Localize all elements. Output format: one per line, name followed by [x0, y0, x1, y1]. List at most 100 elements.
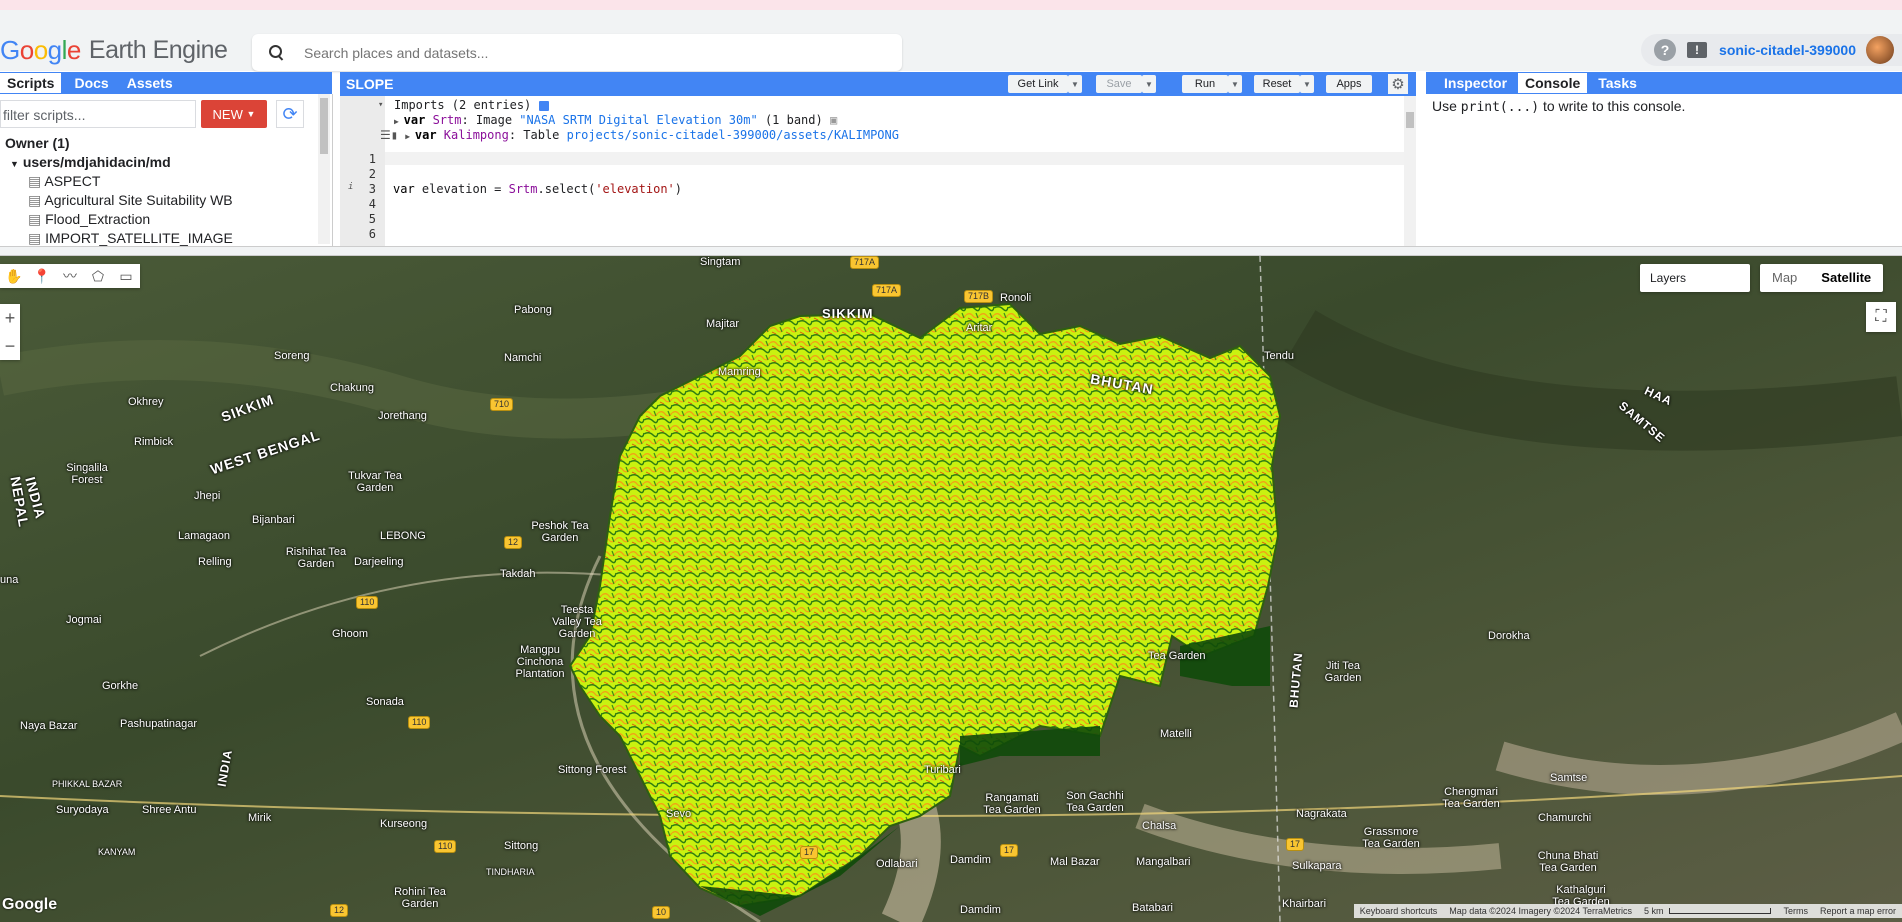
tab-docs[interactable]: Docs	[67, 73, 115, 93]
map-label: TINDHARIA	[486, 867, 535, 877]
imports-label: Imports (2 entries)	[394, 98, 532, 112]
zoom-in-button[interactable]: +	[0, 304, 20, 332]
project-selector[interactable]: sonic-citadel-399000	[1719, 42, 1856, 58]
expand-icon[interactable]: ▶	[394, 117, 404, 126]
info-icon[interactable]: i	[348, 182, 353, 192]
line-number: 2	[368, 167, 376, 181]
list-item[interactable]: ▤ Agricultural Site Suitability WB	[0, 191, 316, 210]
reset-button[interactable]: Reset	[1254, 75, 1300, 93]
import-line-kalimpong[interactable]: ☰▮ ▶ var Kalimpong: Table projects/sonic…	[380, 128, 899, 142]
map-label: Suryodaya	[56, 804, 109, 816]
code-link[interactable]: projects/sonic-citadel-399000/assets/KAL…	[567, 128, 899, 142]
map-type-map[interactable]: Map	[1760, 264, 1809, 292]
tab-tasks[interactable]: Tasks	[1591, 73, 1644, 93]
code-keyword: var	[393, 182, 415, 196]
editor-toolbar: SLOPE Get Link ▼ Save ▼ Run ▼ Reset ▼ Ap…	[340, 72, 1416, 96]
file-icon: ▤	[28, 173, 42, 189]
code-keyword: var	[403, 113, 426, 127]
keyboard-shortcuts-link[interactable]: Keyboard shortcuts	[1354, 906, 1444, 916]
map-type-satellite[interactable]: Satellite	[1809, 264, 1883, 292]
line-icon[interactable]: 〰	[56, 264, 84, 288]
script-tree: Owner (1) ▼ users/mdjahidacin/md ▤ ASPEC…	[0, 134, 316, 248]
road-shield: 17	[1286, 838, 1305, 851]
pan-hand-icon[interactable]: ✋	[0, 264, 28, 288]
rectangle-icon[interactable]: ▭	[112, 264, 140, 288]
code-line-3[interactable]: var elevation = Srtm.select('elevation')	[393, 182, 682, 196]
map-label: Lamagaon	[178, 530, 230, 542]
expand-icon[interactable]: ▶	[405, 132, 415, 141]
terms-link[interactable]: Terms	[1777, 906, 1814, 916]
map-label: Relling	[198, 556, 232, 568]
zoom-out-button[interactable]: −	[0, 332, 20, 360]
drag-handle-icon[interactable]: ☰	[380, 128, 391, 142]
scripts-scrollbar[interactable]	[318, 94, 330, 244]
chevron-down-icon[interactable]: ▼	[1142, 75, 1156, 93]
map-label: Jogmai	[66, 614, 102, 626]
tab-scripts[interactable]: Scripts	[0, 73, 62, 93]
console-hint: Use print(...) to write to this console.	[1432, 98, 1685, 115]
help-icon[interactable]: ?	[1654, 39, 1677, 61]
list-item[interactable]: ▤ ASPECT	[0, 172, 316, 191]
search-input[interactable]	[302, 43, 866, 62]
tree-repo[interactable]: ▼ users/mdjahidacin/md	[0, 153, 316, 172]
list-item[interactable]: ▤ Flood_Extraction	[0, 210, 316, 229]
map-canvas[interactable]: Singtam SIKKIM Ronoli Pabong Majitar Ari…	[0, 256, 1902, 922]
map-label: Aritar	[966, 322, 993, 334]
road-shield: 12	[504, 536, 523, 549]
chevron-down-icon[interactable]: ▼	[1300, 75, 1314, 93]
console-panel: Inspector Console Tasks Use print(...) t…	[1426, 72, 1902, 246]
imports-header[interactable]: Imports (2 entries)	[394, 98, 549, 112]
map-label: PHIKKAL BAZAR	[52, 779, 123, 789]
filter-scripts-input[interactable]: filter scripts...	[0, 100, 196, 128]
code-var: Srtm	[508, 182, 538, 196]
logo-letter: G	[0, 34, 20, 65]
tab-inspector[interactable]: Inspector	[1437, 73, 1514, 93]
import-line-srtm[interactable]: ▶ var Srtm: Image "NASA SRTM Digital Ele…	[394, 113, 837, 127]
run-button[interactable]: Run	[1182, 75, 1228, 93]
tree-owner[interactable]: Owner (1)	[0, 134, 316, 153]
search-box[interactable]	[252, 34, 902, 71]
logo-letter: o	[33, 34, 48, 65]
fullscreen-icon[interactable]: ⛶	[1866, 302, 1896, 332]
map-label: Tea Garden	[1148, 650, 1206, 662]
tab-console[interactable]: Console	[1518, 73, 1588, 93]
gear-icon[interactable]: ⚙	[1388, 74, 1408, 94]
new-button[interactable]: NEW ▼	[201, 100, 267, 128]
map-label: Batabari	[1132, 902, 1173, 914]
feedback-icon[interactable]: !	[1687, 42, 1708, 58]
map-label: Naya Bazar	[20, 720, 78, 732]
refresh-icon[interactable]: ⟳	[276, 100, 304, 128]
apps-button[interactable]: Apps	[1326, 75, 1372, 93]
file-name: Agricultural Site Suitability WB	[44, 192, 233, 208]
panel-splitter[interactable]	[0, 246, 1902, 256]
current-line	[385, 152, 1404, 165]
marker-icon[interactable]: 📍	[28, 264, 56, 288]
tab-assets[interactable]: Assets	[120, 73, 180, 93]
earth-engine-logo[interactable]: Google Earth Engine	[0, 30, 228, 70]
polygon-icon[interactable]: ⬠	[84, 264, 112, 288]
avatar[interactable]	[1866, 36, 1894, 64]
road-shield: 110	[408, 716, 431, 729]
code-type: Table	[523, 128, 560, 142]
scripts-panel: filter scripts... NEW ▼ ⟳ Owner (1) ▼ us…	[0, 94, 333, 246]
editor-scrollbar[interactable]	[1404, 96, 1416, 246]
imports-doc-icon[interactable]	[538, 100, 549, 111]
map-label: Sonada	[366, 696, 404, 708]
code-text: elevation =	[414, 182, 509, 196]
scale-label[interactable]: 5 km	[1638, 906, 1670, 916]
delete-icon[interactable]: ▮	[391, 128, 398, 142]
map-label: Chamurchi	[1538, 812, 1592, 824]
save-button[interactable]: Save	[1096, 75, 1142, 93]
map-label: Rimbick	[134, 436, 174, 448]
map-label: Rohini Tea Garden	[394, 886, 446, 910]
get-link-button[interactable]: Get Link	[1008, 75, 1068, 93]
report-error-link[interactable]: Report a map error	[1814, 906, 1902, 916]
chevron-down-icon[interactable]: ▼	[1068, 75, 1082, 93]
map-label: Chuna Bhati Tea Garden	[1537, 850, 1599, 874]
zoom-control: + −	[0, 304, 20, 360]
fold-icon[interactable]: ▾	[378, 100, 383, 110]
camera-icon[interactable]: ▣	[830, 113, 837, 127]
chevron-down-icon[interactable]: ▼	[1228, 75, 1242, 93]
code-editor[interactable]: ▾ Imports (2 entries) ▶ var Srtm: Image …	[340, 96, 1416, 246]
layers-button[interactable]: Layers	[1640, 264, 1750, 292]
